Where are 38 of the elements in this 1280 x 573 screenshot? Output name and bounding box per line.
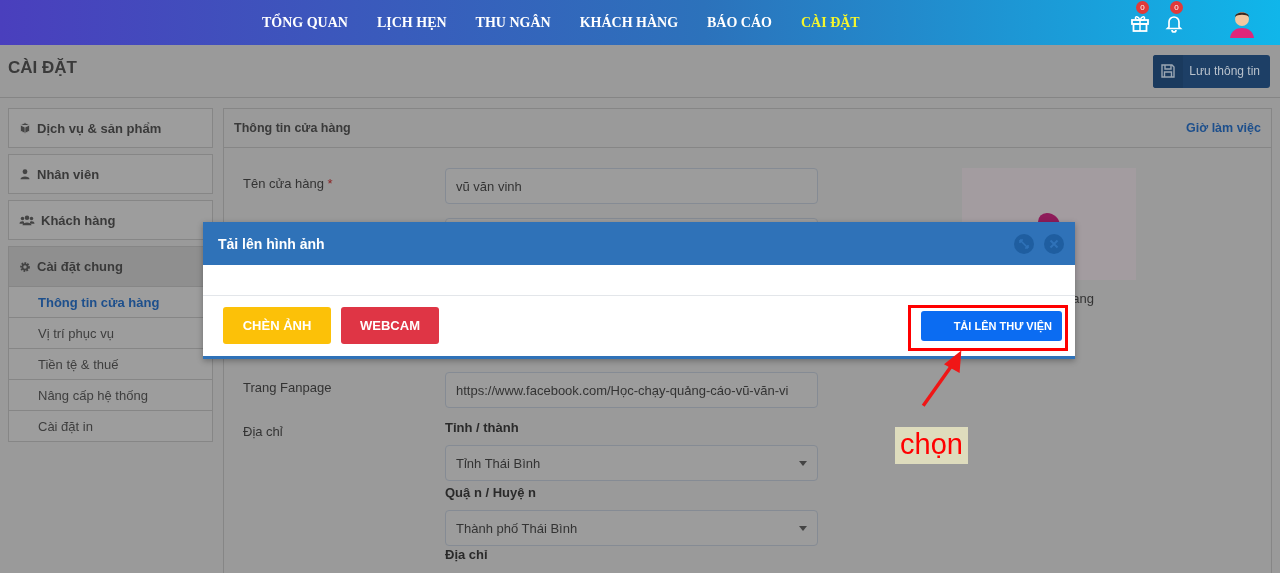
notification-badge: 0 xyxy=(1170,0,1183,14)
nav-link[interactable]: BÁO CÁO xyxy=(707,14,772,31)
select-field[interactable]: Tỉnh Thái Bình xyxy=(445,445,818,481)
dialog-button[interactable]: WEBCAM xyxy=(341,307,439,344)
input-field[interactable]: vũ văn vinh xyxy=(445,168,818,204)
sidebar-item[interactable]: Khách hàng xyxy=(9,201,212,239)
input-field[interactable]: https://www.facebook.com/Học-chạy-quảng-cáo-vũ-văn-vi xyxy=(445,372,818,408)
nav-link[interactable]: THU NGÂN xyxy=(475,14,551,31)
select-field[interactable]: Thành phố Thái Bình xyxy=(445,510,818,546)
user-icon xyxy=(19,168,31,180)
notification-badge: 0 xyxy=(1136,0,1149,14)
settings-icon xyxy=(19,260,31,273)
dialog-button[interactable]: TẢI LÊN THƯ VIỆN xyxy=(920,310,1062,341)
nav-link[interactable]: CÀI ĐẶT xyxy=(801,14,860,31)
users-icon xyxy=(19,214,35,226)
dialog-title: Tải lên hình ảnh xyxy=(218,235,325,252)
field-label: Địa chỉ xyxy=(445,546,489,562)
field-label: Địa chỉ xyxy=(243,423,284,441)
field-label: Trang Fanpage xyxy=(243,379,333,397)
nav-link[interactable]: LỊCH HẸN xyxy=(376,14,447,31)
required-mark: * xyxy=(327,176,333,191)
sidebar-item[interactable]: Dịch vụ & sản phẩm xyxy=(9,109,212,147)
page-title: CÀI ĐẶT xyxy=(8,58,77,78)
panel-title: Thông tin cửa hàng xyxy=(234,121,351,135)
caret-icon xyxy=(799,460,807,466)
working-hours-link[interactable]: Giờ làm việc xyxy=(1186,121,1261,135)
field-label: Quậ n / Huyệ n xyxy=(445,484,537,502)
field-label: Tỉnh / thành xyxy=(445,419,520,437)
field-label: Tên cửa hàng * xyxy=(243,175,334,193)
cube-icon xyxy=(19,122,31,134)
caret-icon xyxy=(799,525,807,531)
sidebar-subitem[interactable]: Nâng cấp hệ thống xyxy=(9,379,212,410)
nav-link[interactable]: KHÁCH HÀNG xyxy=(579,14,679,31)
sidebar-item[interactable]: Nhân viên xyxy=(9,155,212,193)
nav-link[interactable]: TỔNG QUAN xyxy=(262,14,348,31)
sidebar-subitem[interactable]: Cài đặt in xyxy=(9,410,212,441)
annotation-label: chọn xyxy=(895,427,968,464)
save-button[interactable]: Lưu thông tin xyxy=(1153,54,1270,88)
